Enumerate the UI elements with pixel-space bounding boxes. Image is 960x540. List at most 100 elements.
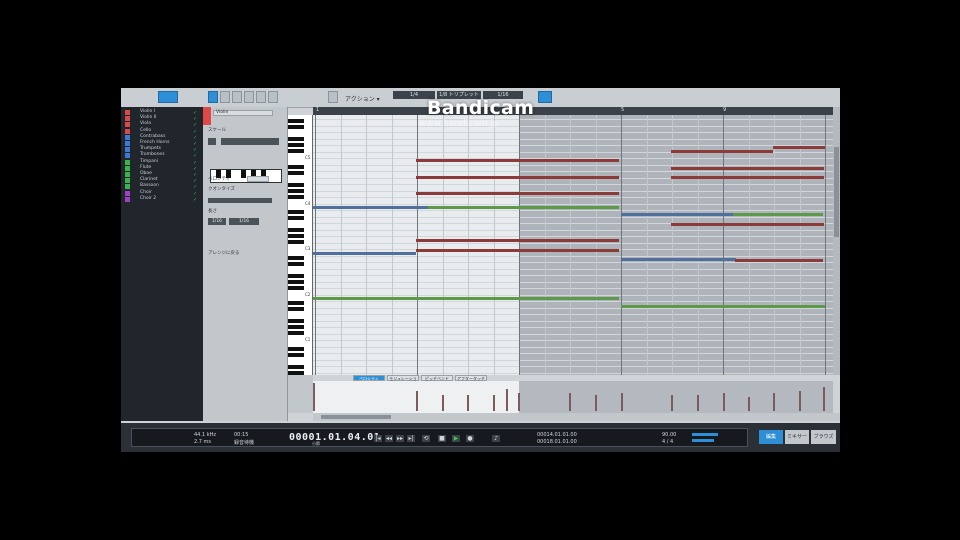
eraser-tool-icon[interactable] [232,91,242,103]
mixer-view-button[interactable]: ミキサー [785,430,809,444]
track-visible-check-icon[interactable]: ✓ [193,135,197,141]
black-key[interactable] [288,228,304,232]
track-visible-check-icon[interactable]: ✓ [193,197,197,203]
scale-select[interactable] [221,138,279,145]
black-key[interactable] [288,188,304,193]
velocity-bar[interactable] [773,393,775,411]
black-key[interactable] [288,319,304,323]
black-key[interactable] [288,370,304,375]
black-key[interactable] [288,240,304,244]
track-visible-check-icon[interactable]: ✓ [193,191,197,197]
tempo[interactable]: 90.00 [662,432,676,438]
black-key[interactable] [288,210,304,214]
timeline-ruler[interactable]: 1 5 9 [313,107,833,115]
track-visible-check-icon[interactable]: ✓ [193,184,197,190]
track-row[interactable]: Violin II ✓ [121,115,203,122]
black-key[interactable] [288,194,304,199]
track-row[interactable]: Choir 2 ✓ [121,196,203,203]
track-row[interactable]: French Horns ✓ [121,140,203,147]
piano-keyboard[interactable]: C5 C4 C3 C2 C1 [288,115,313,375]
black-key[interactable] [288,216,304,220]
loop-end[interactable]: 00018.01.01.00 [537,439,577,445]
horizontal-scroll-thumb[interactable] [321,415,391,419]
black-key[interactable] [288,364,304,369]
return-to-zero-icon[interactable]: |◂ [374,435,382,442]
stop-icon[interactable]: ■ [438,435,446,442]
track-visible-check-icon[interactable]: ✓ [193,178,197,184]
black-key[interactable] [288,346,304,351]
scale-toggle[interactable] [208,138,216,145]
black-key[interactable] [288,307,304,311]
track-row[interactable]: Viola ✓ [121,121,203,128]
pencil-tool-icon[interactable] [220,91,230,103]
edit-view-button[interactable]: 編集 [759,430,783,444]
track-visible-check-icon[interactable]: ✓ [193,172,197,178]
black-key[interactable] [241,170,246,178]
metronome-icon[interactable]: ♪ [492,435,500,442]
track-row[interactable]: Violin I ✓ [121,109,203,116]
black-key[interactable] [288,285,304,290]
velocity-bar[interactable] [595,395,597,411]
velocity-lane[interactable] [313,381,833,413]
black-key[interactable] [288,149,304,153]
black-key[interactable] [288,125,304,129]
track-row[interactable]: Choir ✓ [121,190,203,197]
track-visible-check-icon[interactable]: ✓ [193,141,197,147]
action-menu[interactable]: アクション ▾ [345,94,380,103]
black-key[interactable] [288,234,304,238]
track-visible-check-icon[interactable]: ✓ [193,153,197,159]
track-visible-check-icon[interactable]: ✓ [193,122,197,128]
range-tool-icon[interactable] [244,91,254,103]
track-row[interactable]: Timpani ✓ [121,159,203,166]
fast-forward-icon[interactable]: ▸▸ [396,435,404,442]
track-visible-check-icon[interactable]: ✓ [193,166,197,172]
back-to-arrange-link[interactable]: アレンジに戻る [208,250,240,256]
velocity-bar[interactable] [697,395,699,411]
browse-view-button[interactable]: ブラウズ [811,430,836,444]
rewind-icon[interactable]: ◂◂ [385,435,393,442]
velocity-bar[interactable] [671,395,673,411]
velocity-bar[interactable] [823,387,825,411]
velocity-bar[interactable] [748,397,750,411]
go-to-end-icon[interactable]: ▸| [407,435,415,442]
piano-roll-grid[interactable] [313,115,833,375]
black-key[interactable] [288,279,304,284]
vertical-scrollbar[interactable] [833,107,840,375]
length-option-b[interactable]: 1/16 [229,218,259,225]
track-visible-check-icon[interactable]: ✓ [193,110,197,116]
black-key[interactable] [288,164,304,169]
black-key[interactable] [288,137,304,141]
velocity-bar[interactable] [467,395,469,411]
horizontal-scrollbar[interactable] [313,413,840,421]
black-key[interactable] [288,119,304,123]
track-visible-check-icon[interactable]: ✓ [193,116,197,122]
mute-tool-icon[interactable] [268,91,278,103]
view-toggle-button[interactable] [158,91,178,103]
velocity-bar[interactable] [621,393,623,411]
track-visible-check-icon[interactable]: ✓ [193,129,197,135]
black-key[interactable] [288,273,304,278]
time-signature[interactable]: 4 / 4 [662,439,673,445]
black-key[interactable] [288,301,304,305]
black-key[interactable] [288,170,304,175]
split-tool-icon[interactable] [256,91,266,103]
track-visible-check-icon[interactable]: ✓ [193,160,197,166]
velocity-bar[interactable] [493,395,495,411]
snap-button[interactable] [538,91,552,103]
track-row[interactable]: Trombones ✓ [121,152,203,159]
black-key[interactable] [288,255,304,260]
velocity-bar[interactable] [569,393,571,411]
velocity-bar[interactable] [313,383,315,411]
black-key[interactable] [288,261,304,266]
velocity-field[interactable] [247,176,269,182]
time-display[interactable]: 00001.01.04.01 [289,432,380,443]
track-row[interactable]: Bassoon ✓ [121,183,203,190]
black-key[interactable] [288,325,304,329]
velocity-bar[interactable] [506,389,508,411]
velocity-bar[interactable] [799,391,801,411]
velocity-bar[interactable] [723,393,725,411]
black-key[interactable] [288,352,304,357]
track-row[interactable]: Flute ✓ [121,165,203,172]
loop-icon[interactable]: ⟲ [422,435,430,442]
track-row[interactable]: Oboe ✓ [121,171,203,178]
